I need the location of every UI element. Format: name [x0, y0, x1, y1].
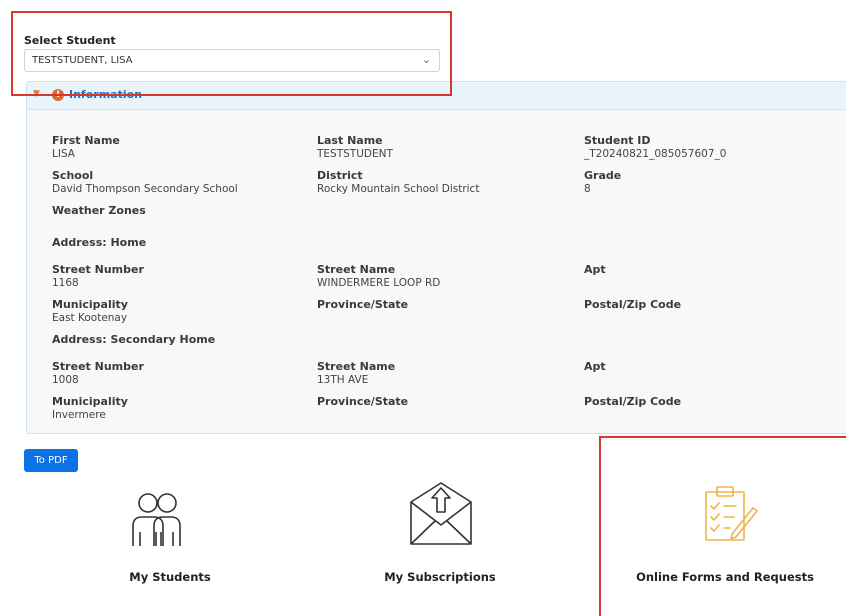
home-province-label: Province/State: [317, 298, 409, 311]
secondary-postal-label: Postal/Zip Code: [584, 395, 682, 408]
last-name-label: Last Name: [317, 134, 383, 147]
online-forms-label: Online Forms and Requests: [636, 570, 814, 584]
information-title: Information: [69, 88, 142, 101]
home-apt-label: Apt: [584, 263, 606, 276]
home-street-name-value: WINDERMERE LOOP RD: [317, 277, 441, 289]
home-municipality-label: Municipality: [52, 298, 128, 311]
to-pdf-button[interactable]: To PDF: [24, 449, 78, 472]
my-students-label: My Students: [129, 570, 211, 584]
weather-zones-label: Weather Zones: [52, 204, 146, 217]
tile-online-forms[interactable]: Online Forms and Requests: [630, 484, 820, 596]
student-select[interactable]: TESTSTUDENT, LISA ⌄: [24, 49, 440, 72]
home-municipality-value: East Kootenay: [52, 312, 128, 324]
first-name-value: LISA: [52, 148, 75, 160]
school-value: David Thompson Secondary School: [52, 183, 238, 195]
warning-icon: !: [52, 89, 64, 101]
students-icon: [132, 493, 181, 546]
tile-my-subscriptions[interactable]: My Subscriptions: [365, 480, 515, 596]
home-street-number-value: 1168: [52, 277, 79, 289]
envelope-icon: [410, 482, 472, 545]
grade-label: Grade: [584, 169, 622, 182]
secondary-street-number-value: 1008: [52, 374, 79, 386]
information-header[interactable]: ▼ ! Information: [27, 82, 846, 110]
school-label: School: [52, 169, 94, 182]
home-street-number-label: Street Number: [52, 263, 144, 276]
district-label: District: [317, 169, 363, 182]
home-postal-label: Postal/Zip Code: [584, 298, 682, 311]
home-street-name-label: Street Name: [317, 263, 396, 276]
first-name-label: First Name: [52, 134, 120, 147]
secondary-municipality-value: Invermere: [52, 409, 106, 421]
student-select-value: TESTSTUDENT, LISA: [32, 55, 133, 66]
caret-down-icon: ▼: [33, 89, 40, 99]
secondary-street-name-label: Street Name: [317, 360, 396, 373]
secondary-street-name-value: 13TH AVE: [317, 374, 369, 386]
chevron-down-icon: ⌄: [421, 53, 431, 66]
secondary-province-label: Province/State: [317, 395, 409, 408]
secondary-street-number-label: Street Number: [52, 360, 144, 373]
tile-my-students[interactable]: My Students: [95, 486, 245, 596]
address-home-heading: Address: Home: [52, 236, 147, 249]
select-student-label: Select Student: [24, 34, 116, 47]
student-id-label: Student ID: [584, 134, 651, 147]
information-panel: ▼ ! Information First Name LISA Last Nam…: [26, 81, 846, 434]
last-name-value: TESTSTUDENT: [317, 148, 393, 160]
student-id-value: _T20240821_085057607_0: [584, 148, 727, 160]
my-subscriptions-label: My Subscriptions: [384, 570, 496, 584]
grade-value: 8: [584, 183, 591, 195]
secondary-apt-label: Apt: [584, 360, 606, 373]
secondary-municipality-label: Municipality: [52, 395, 128, 408]
district-value: Rocky Mountain School District: [317, 183, 480, 195]
clipboard-checklist-icon: [705, 486, 758, 541]
address-secondary-heading: Address: Secondary Home: [52, 333, 216, 346]
